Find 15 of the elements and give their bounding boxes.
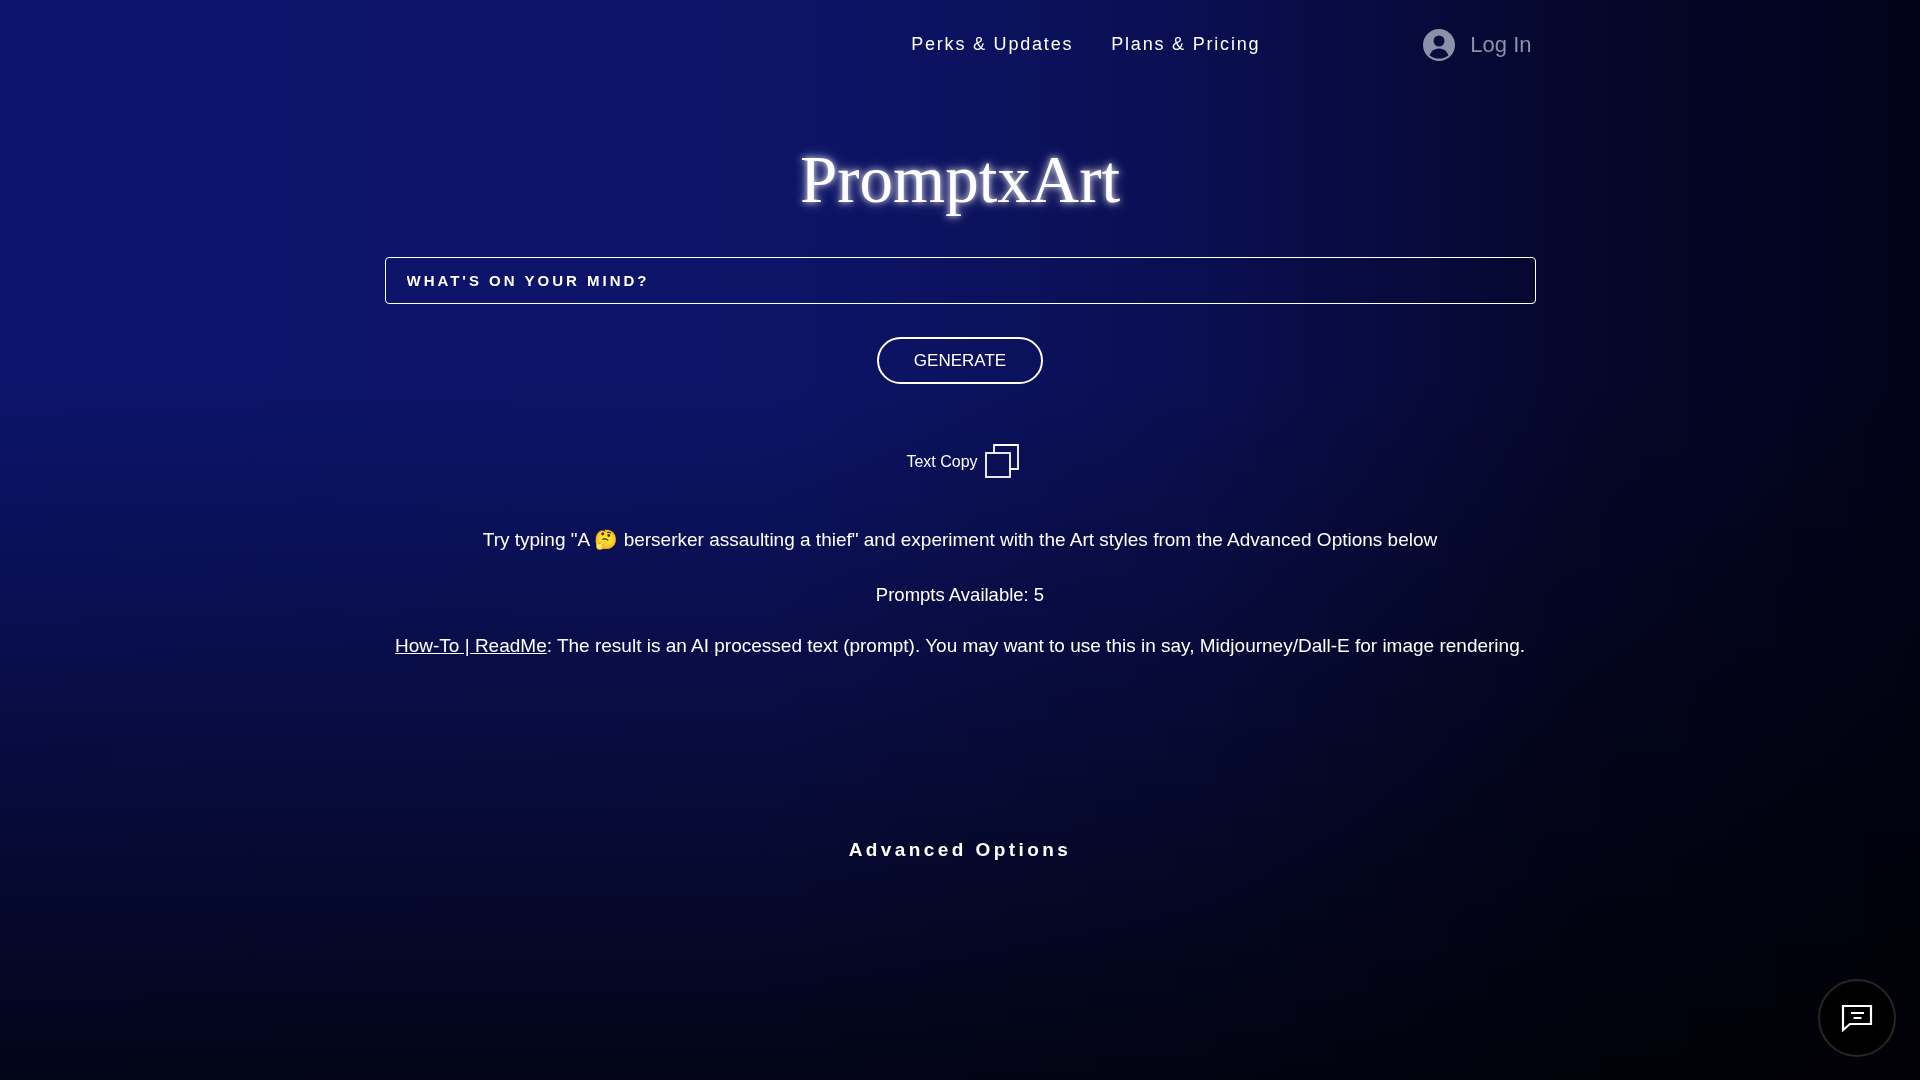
readme-link[interactable]: How-To | ReadMe xyxy=(395,635,547,656)
copy-icon[interactable] xyxy=(983,443,1020,479)
site-title: PromptxArt xyxy=(799,141,1121,218)
prompt-input[interactable]: WHAT'S ON YOUR MIND? xyxy=(384,257,1536,304)
login-button[interactable]: Log In xyxy=(1423,29,1532,61)
chat-icon xyxy=(1841,1004,1873,1032)
copy-label: Text Copy xyxy=(906,453,978,471)
prompts-available-text: Prompts Available: 5 xyxy=(875,584,1045,606)
hint-text: Try typing "A 🤔 berserker assaulting a thief" and experiment with the Art styles from the Advanced Options below xyxy=(482,529,1438,551)
advanced-options-heading[interactable]: Advanced Options xyxy=(848,838,1072,861)
nav-link[interactable]: Plans & Pricing xyxy=(1111,33,1261,55)
nav-link[interactable]: Perks & Updates xyxy=(911,33,1074,55)
generate-button[interactable]: GENERATE xyxy=(877,337,1043,384)
user-avatar-icon xyxy=(1423,29,1456,61)
readme-note: How-To | ReadMe: The result is an AI processed text (prompt). You may want to use this in say, Midjourney/Dall-E for image rendering. xyxy=(395,634,1525,657)
